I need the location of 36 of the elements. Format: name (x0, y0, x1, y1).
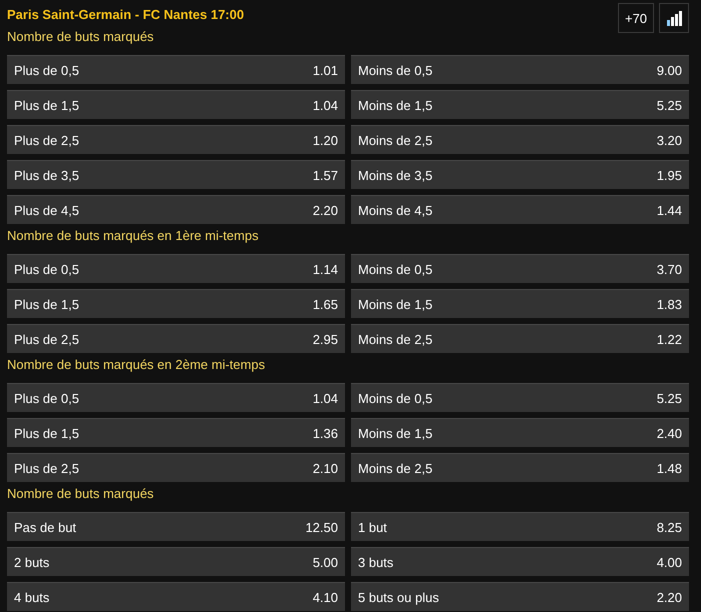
market-title: Nombre de buts marqués en 2ème mi-temps (7, 356, 266, 374)
odds-button[interactable]: Moins de 1,5 1.83 (351, 289, 689, 318)
more-markets-button[interactable]: +70 (618, 3, 654, 33)
odds-button[interactable]: Plus de 1,5 1.36 (7, 418, 345, 447)
odds-button[interactable]: Moins de 1,5 5.25 (351, 90, 689, 119)
odds-button[interactable]: 1 but 8.25 (351, 512, 689, 541)
odds-button[interactable]: 4 buts 4.10 (7, 582, 345, 611)
odds-button[interactable]: 2 buts 5.00 (7, 547, 345, 576)
odds-button[interactable]: Plus de 0,5 1.14 (7, 254, 345, 283)
odds-button[interactable]: Plus de 2,5 1.20 (7, 125, 345, 154)
odds-button[interactable]: Plus de 2,5 2.95 (7, 324, 345, 353)
bar-chart-icon (666, 10, 682, 26)
odds-button[interactable]: Plus de 4,5 2.20 (7, 195, 345, 224)
odds-button[interactable]: Moins de 2,5 1.48 (351, 453, 689, 482)
odds-button[interactable]: Pas de but 12.50 (7, 512, 345, 541)
odds-button[interactable]: Plus de 0,5 1.04 (7, 383, 345, 412)
odds-button[interactable]: Moins de 2,5 3.20 (351, 125, 689, 154)
odds-button[interactable]: Plus de 2,5 2.10 (7, 453, 345, 482)
market-title: Nombre de buts marqués (7, 485, 155, 503)
market-title: Nombre de buts marqués en 1ère mi-temps (7, 227, 260, 245)
odds-button[interactable]: Moins de 0,5 9.00 (351, 55, 689, 84)
odds-button[interactable]: 5 buts ou plus 2.20 (351, 582, 689, 611)
odds-button[interactable]: Plus de 0,5 1.01 (7, 55, 345, 84)
odds-button[interactable]: Moins de 4,5 1.44 (351, 195, 689, 224)
odds-button[interactable]: Moins de 1,5 2.40 (351, 418, 689, 447)
odds-button[interactable]: Plus de 1,5 1.65 (7, 289, 345, 318)
odds-button[interactable]: Moins de 2,5 1.22 (351, 324, 689, 353)
statistics-button[interactable] (659, 3, 689, 33)
match-title: Paris Saint-Germain - FC Nantes 17:00 (7, 6, 244, 24)
market-title: Nombre de buts marqués (7, 28, 155, 46)
odds-button[interactable]: Moins de 3,5 1.95 (351, 160, 689, 189)
odds-button[interactable]: 3 buts 4.00 (351, 547, 689, 576)
odds-button[interactable]: Plus de 3,5 1.57 (7, 160, 345, 189)
odds-button[interactable]: Moins de 0,5 5.25 (351, 383, 689, 412)
odds-button[interactable]: Moins de 0,5 3.70 (351, 254, 689, 283)
odds-button[interactable]: Plus de 1,5 1.04 (7, 90, 345, 119)
